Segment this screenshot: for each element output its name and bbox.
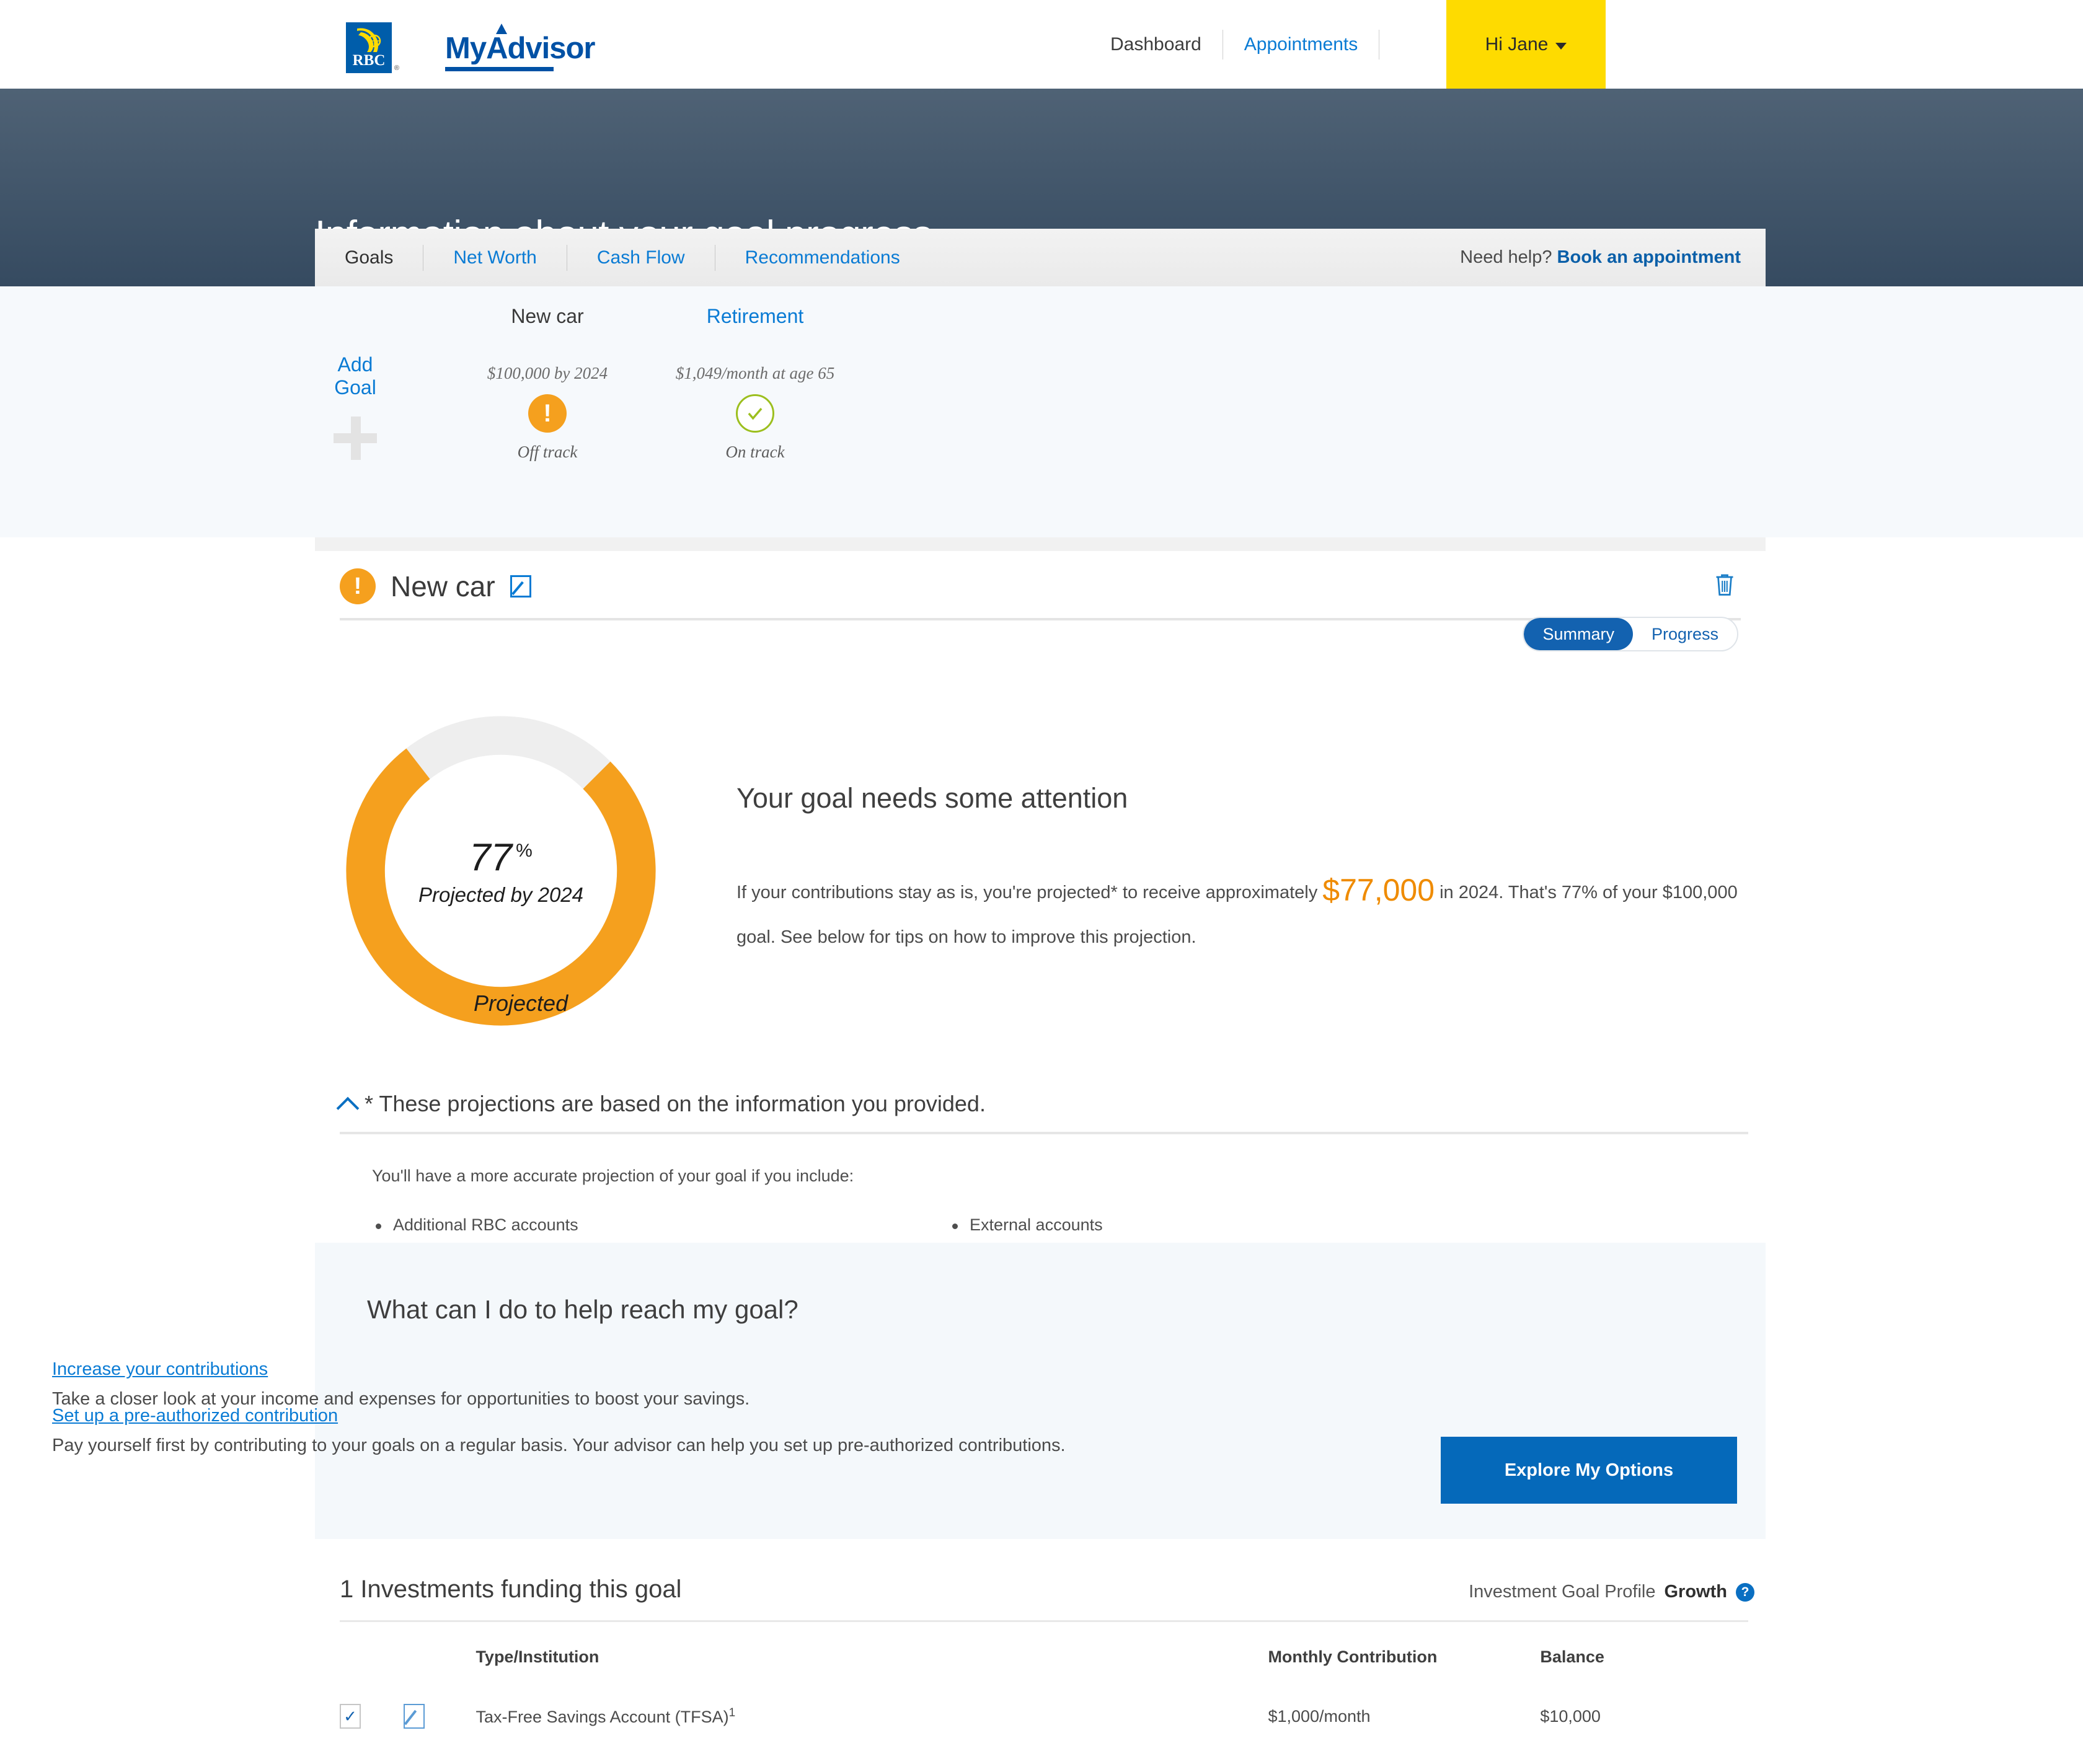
toggle-progress[interactable]: Progress [1633, 618, 1737, 650]
th-monthly-contribution: Monthly Contribution [1268, 1647, 1438, 1666]
projected-amount: $77,000 [1322, 873, 1435, 907]
th-balance: Balance [1540, 1647, 1604, 1666]
table-header-row: Type/Institution Monthly Contribution Ba… [340, 1636, 1748, 1688]
explore-my-options-button[interactable]: Explore My Options [1441, 1437, 1737, 1504]
help-tip-description: Pay yourself first by contributing to yo… [52, 1435, 1066, 1455]
chart-legend: Projected [441, 990, 568, 1017]
goal-card-header: ! New car [315, 551, 1766, 604]
top-navigation-bar: RBC ® MyAdvisor Dashboard Appointments H… [0, 0, 2083, 89]
summary-heading: Your goal needs some attention [736, 782, 1128, 814]
investments-section-title: 1 Investments funding this goal [340, 1576, 682, 1603]
legend-swatch-projected [441, 993, 462, 1014]
chevron-up-icon [336, 1096, 360, 1120]
help-tip-increase-contributions: Increase your contributions Take a close… [52, 1359, 1180, 1412]
primary-nav-links: Dashboard Appointments [1089, 30, 1380, 60]
need-help-block: Need help? Book an appointment [1460, 229, 1741, 286]
projection-disclosure: * These projections are based on the inf… [336, 1091, 1748, 1235]
section-tab-bar: Goals Net Worth Cash Flow Recommendation… [315, 229, 1766, 286]
view-toggle: Summary Progress [1523, 617, 1738, 651]
goal-chip-subtitle: $100,000 by 2024 [487, 364, 608, 382]
cell-type-institution: Tax-Free Savings Account (TFSA)1 [475, 1688, 1268, 1745]
exclamation-icon: ! [340, 568, 376, 604]
cell-edit [404, 1688, 475, 1745]
cell-select: ✓ [340, 1688, 404, 1745]
question-mark-icon[interactable]: ? [1736, 1582, 1754, 1602]
toggle-summary[interactable]: Summary [1524, 618, 1633, 650]
goal-card-title: New car [391, 570, 495, 602]
goal-chip-new-car[interactable]: New car $100,000 by 2024 ! Off track [445, 305, 650, 462]
edit-pencil-icon[interactable] [404, 1704, 425, 1729]
registered-mark: ® [394, 64, 399, 72]
goal-chip-title: New car [511, 305, 584, 327]
goal-chip-title: Retirement [706, 305, 804, 327]
tab-net-worth[interactable]: Net Worth [423, 229, 567, 286]
cell-balance: $10,000 [1540, 1706, 1601, 1726]
nav-link-appointments[interactable]: Appointments [1223, 30, 1379, 60]
help-panel-title: What can I do to help reach my goal? [367, 1295, 798, 1324]
rbc-logo[interactable]: RBC ® [346, 22, 399, 73]
plus-icon [334, 417, 377, 460]
investments-divider [340, 1620, 1748, 1622]
rbc-wordmark: RBC [352, 52, 386, 69]
help-tip-link[interactable]: Increase your contributions [52, 1359, 268, 1379]
chevron-down-icon [1555, 42, 1567, 50]
disclosure-item: Additional RBC accounts [372, 1215, 949, 1235]
myadvisor-wordmark: MyAdvisor [445, 32, 596, 65]
row-checkbox[interactable]: ✓ [340, 1704, 361, 1729]
trash-icon[interactable] [1714, 572, 1736, 597]
disclosure-toggle[interactable]: * These projections are based on the inf… [336, 1091, 1748, 1120]
th-edit [404, 1636, 475, 1688]
summary-body-part1: If your contributions stay as is, you're… [736, 883, 1323, 902]
disclosure-divider [340, 1132, 1748, 1134]
user-menu-button[interactable]: Hi Jane [1446, 0, 1606, 89]
exclamation-icon: ! [528, 394, 567, 433]
card-top-strip [315, 537, 1766, 551]
donut-center-label: 77% Projected by 2024 [340, 710, 662, 1032]
investment-profile-label: Investment Goal Profile [1469, 1582, 1656, 1602]
rbc-lion-shield-icon [357, 28, 381, 52]
check-icon [736, 394, 774, 433]
add-goal-label: Add Goal [334, 353, 376, 399]
goal-chip-subtitle: $1,049/month at age 65 [675, 364, 835, 382]
book-appointment-link[interactable]: Book an appointment [1557, 247, 1741, 267]
footnote-marker: 1 [728, 1706, 736, 1719]
goals-summary-strip: Add Goal New car $100,000 by 2024 ! Off … [0, 286, 2083, 537]
investments-table: Type/Institution Monthly Contribution Ba… [340, 1636, 1748, 1745]
investment-profile-value: Growth [1664, 1582, 1728, 1602]
greeting-label: Hi Jane [1485, 33, 1549, 55]
add-goal-button[interactable]: Add Goal [315, 353, 396, 460]
goal-chip-status: Off track [517, 443, 578, 461]
goal-progress-donut-chart: 77% Projected by 2024 [340, 710, 662, 1032]
donut-percent-value: 77% [469, 836, 533, 879]
donut-caption: Projected by 2024 [418, 883, 583, 906]
investment-type-label: Tax-Free Savings Account (TFSA) [475, 1707, 729, 1726]
help-tip-link[interactable]: Set up a pre-authorized contribution [52, 1406, 338, 1426]
tab-cash-flow[interactable]: Cash Flow [567, 229, 715, 286]
cell-monthly-contribution: $1,000/month [1268, 1706, 1371, 1726]
tab-goals[interactable]: Goals [315, 229, 423, 286]
need-help-label: Need help? [1460, 247, 1552, 267]
help-tip-preauthorized-contribution: Set up a pre-authorized contribution Pay… [52, 1406, 1180, 1458]
disclosure-title: * These projections are based on the inf… [365, 1091, 986, 1116]
checkmark-glyph [748, 408, 763, 420]
edit-pencil-icon[interactable] [510, 575, 531, 598]
tab-recommendations[interactable]: Recommendations [715, 229, 930, 286]
goal-chip-retirement[interactable]: Retirement $1,049/month at age 65 On tra… [634, 305, 876, 462]
legend-label-projected: Projected [474, 990, 568, 1016]
nav-link-dashboard[interactable]: Dashboard [1089, 30, 1223, 60]
th-select [340, 1636, 404, 1688]
disclosure-lead: You'll have a more accurate projection o… [372, 1166, 854, 1185]
investment-goal-profile: Investment Goal Profile Growth ? [1469, 1582, 1754, 1602]
disclosure-item: External accounts [949, 1215, 1525, 1235]
myadvisor-underline [445, 67, 554, 71]
goal-chip-status: On track [725, 443, 785, 461]
th-type-institution: Type/Institution [475, 1647, 599, 1666]
table-row: ✓ Tax-Free Savings Account (TFSA)1 $1,00… [340, 1688, 1748, 1745]
summary-body: If your contributions stay as is, you're… [736, 868, 1741, 959]
